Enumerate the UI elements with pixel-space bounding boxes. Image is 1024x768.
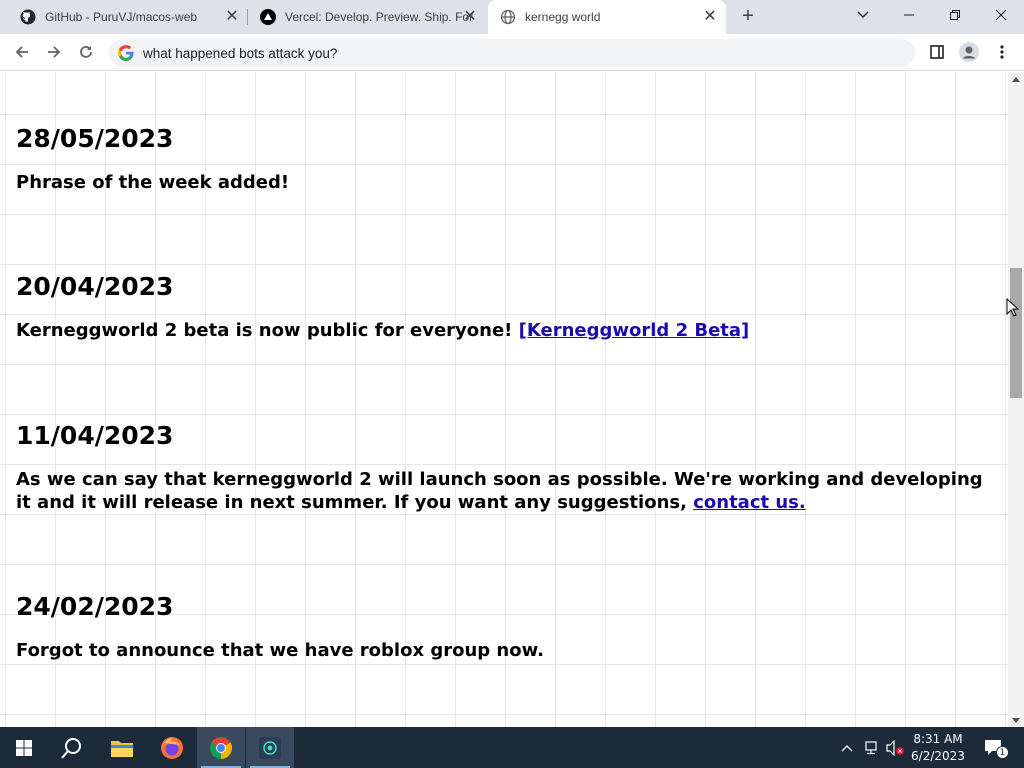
tab-search-icon[interactable] [849, 4, 877, 26]
entry-text: Phrase of the week added! [16, 172, 290, 193]
system-clock[interactable]: 8:31 AM 6/2/2023 [906, 731, 970, 765]
menu-dots-icon[interactable] [990, 40, 1014, 64]
tab-kernegg-world[interactable]: kernegg world ✕ [488, 0, 726, 34]
entry-date: 28/05/2023 [16, 124, 174, 153]
side-panel-icon[interactable] [925, 40, 949, 64]
entry-date: 11/04/2023 [16, 421, 174, 450]
firefox-icon[interactable] [148, 727, 196, 768]
tab-vercel[interactable]: Vercel: Develop. Preview. Ship. For ✕ [248, 0, 486, 34]
entry-date: 20/04/2023 [16, 272, 174, 301]
contact-us-link[interactable]: contact us. [693, 492, 806, 513]
github-icon [20, 9, 36, 25]
kerneggworld-beta-link[interactable]: [Kerneggworld 2 Beta] [519, 320, 750, 341]
vercel-icon [260, 9, 276, 25]
vertical-scrollbar[interactable] [1008, 72, 1024, 727]
tab-title: kernegg world [525, 10, 601, 24]
scroll-down-icon[interactable] [1008, 713, 1024, 727]
news-entry: 20/04/2023 Kerneggworld 2 beta is now pu… [16, 272, 996, 342]
close-tab-icon[interactable]: ✕ [462, 9, 478, 25]
globe-icon [500, 9, 516, 25]
profile-avatar-icon[interactable] [957, 40, 981, 64]
clock-time: 8:31 AM [913, 732, 963, 746]
mouse-cursor-icon [1006, 298, 1020, 317]
address-text: what happened bots attack you? [143, 45, 338, 61]
news-entry: 24/02/2023 Forgot to announce that we ha… [16, 592, 996, 662]
page-content: 28/05/2023 Phrase of the week added! 20/… [0, 72, 1008, 727]
chrome-icon[interactable] [197, 727, 245, 768]
network-icon[interactable] [861, 727, 881, 768]
app-window-icon[interactable] [246, 727, 294, 768]
scrollbar-thumb[interactable] [1010, 268, 1022, 398]
chevron-up-icon[interactable] [838, 727, 856, 768]
close-tab-icon[interactable]: ✕ [224, 9, 240, 25]
address-bar[interactable]: what happened bots attack you? [109, 39, 915, 67]
news-entry: 11/04/2023 As we can say that kerneggwor… [16, 421, 996, 514]
clock-date: 6/2/2023 [911, 749, 965, 763]
close-tab-icon[interactable]: ✕ [702, 9, 718, 25]
volume-muted-icon[interactable] [884, 727, 906, 768]
entry-text: Kerneggworld 2 beta is now public for ev… [16, 320, 750, 341]
notification-center-icon[interactable]: 1 [980, 727, 1009, 768]
google-icon [118, 45, 134, 61]
windows-start-icon[interactable] [0, 727, 48, 768]
tab-github[interactable]: GitHub - PuruVJ/macos-web ✕ [8, 0, 248, 34]
minimize-icon[interactable] [895, 4, 923, 26]
new-tab-button[interactable]: + [737, 5, 759, 27]
file-explorer-icon[interactable] [98, 727, 146, 768]
restore-icon[interactable] [941, 4, 969, 26]
forward-arrow-icon[interactable] [42, 40, 66, 64]
search-icon[interactable] [48, 727, 96, 768]
back-arrow-icon[interactable] [10, 40, 34, 64]
browser-toolbar: what happened bots attack you? [0, 34, 1024, 71]
reload-icon[interactable] [74, 40, 98, 64]
close-window-icon[interactable] [987, 4, 1015, 26]
tab-strip: GitHub - PuruVJ/macos-web ✕ Vercel: Deve… [0, 0, 1024, 34]
entry-text: As we can say that kerneggworld 2 will l… [16, 469, 983, 513]
entry-text: Forgot to announce that we have roblox g… [16, 640, 544, 661]
entry-date: 24/02/2023 [16, 592, 174, 621]
news-entry: 28/05/2023 Phrase of the week added! [16, 124, 996, 194]
tab-title: GitHub - PuruVJ/macos-web [45, 10, 198, 24]
windows-taskbar: 8:31 AM 6/2/2023 1 [0, 727, 1024, 768]
scroll-up-icon[interactable] [1008, 72, 1024, 86]
tab-title: Vercel: Develop. Preview. Ship. For [285, 10, 474, 24]
notification-count-badge: 1 [996, 746, 1009, 759]
